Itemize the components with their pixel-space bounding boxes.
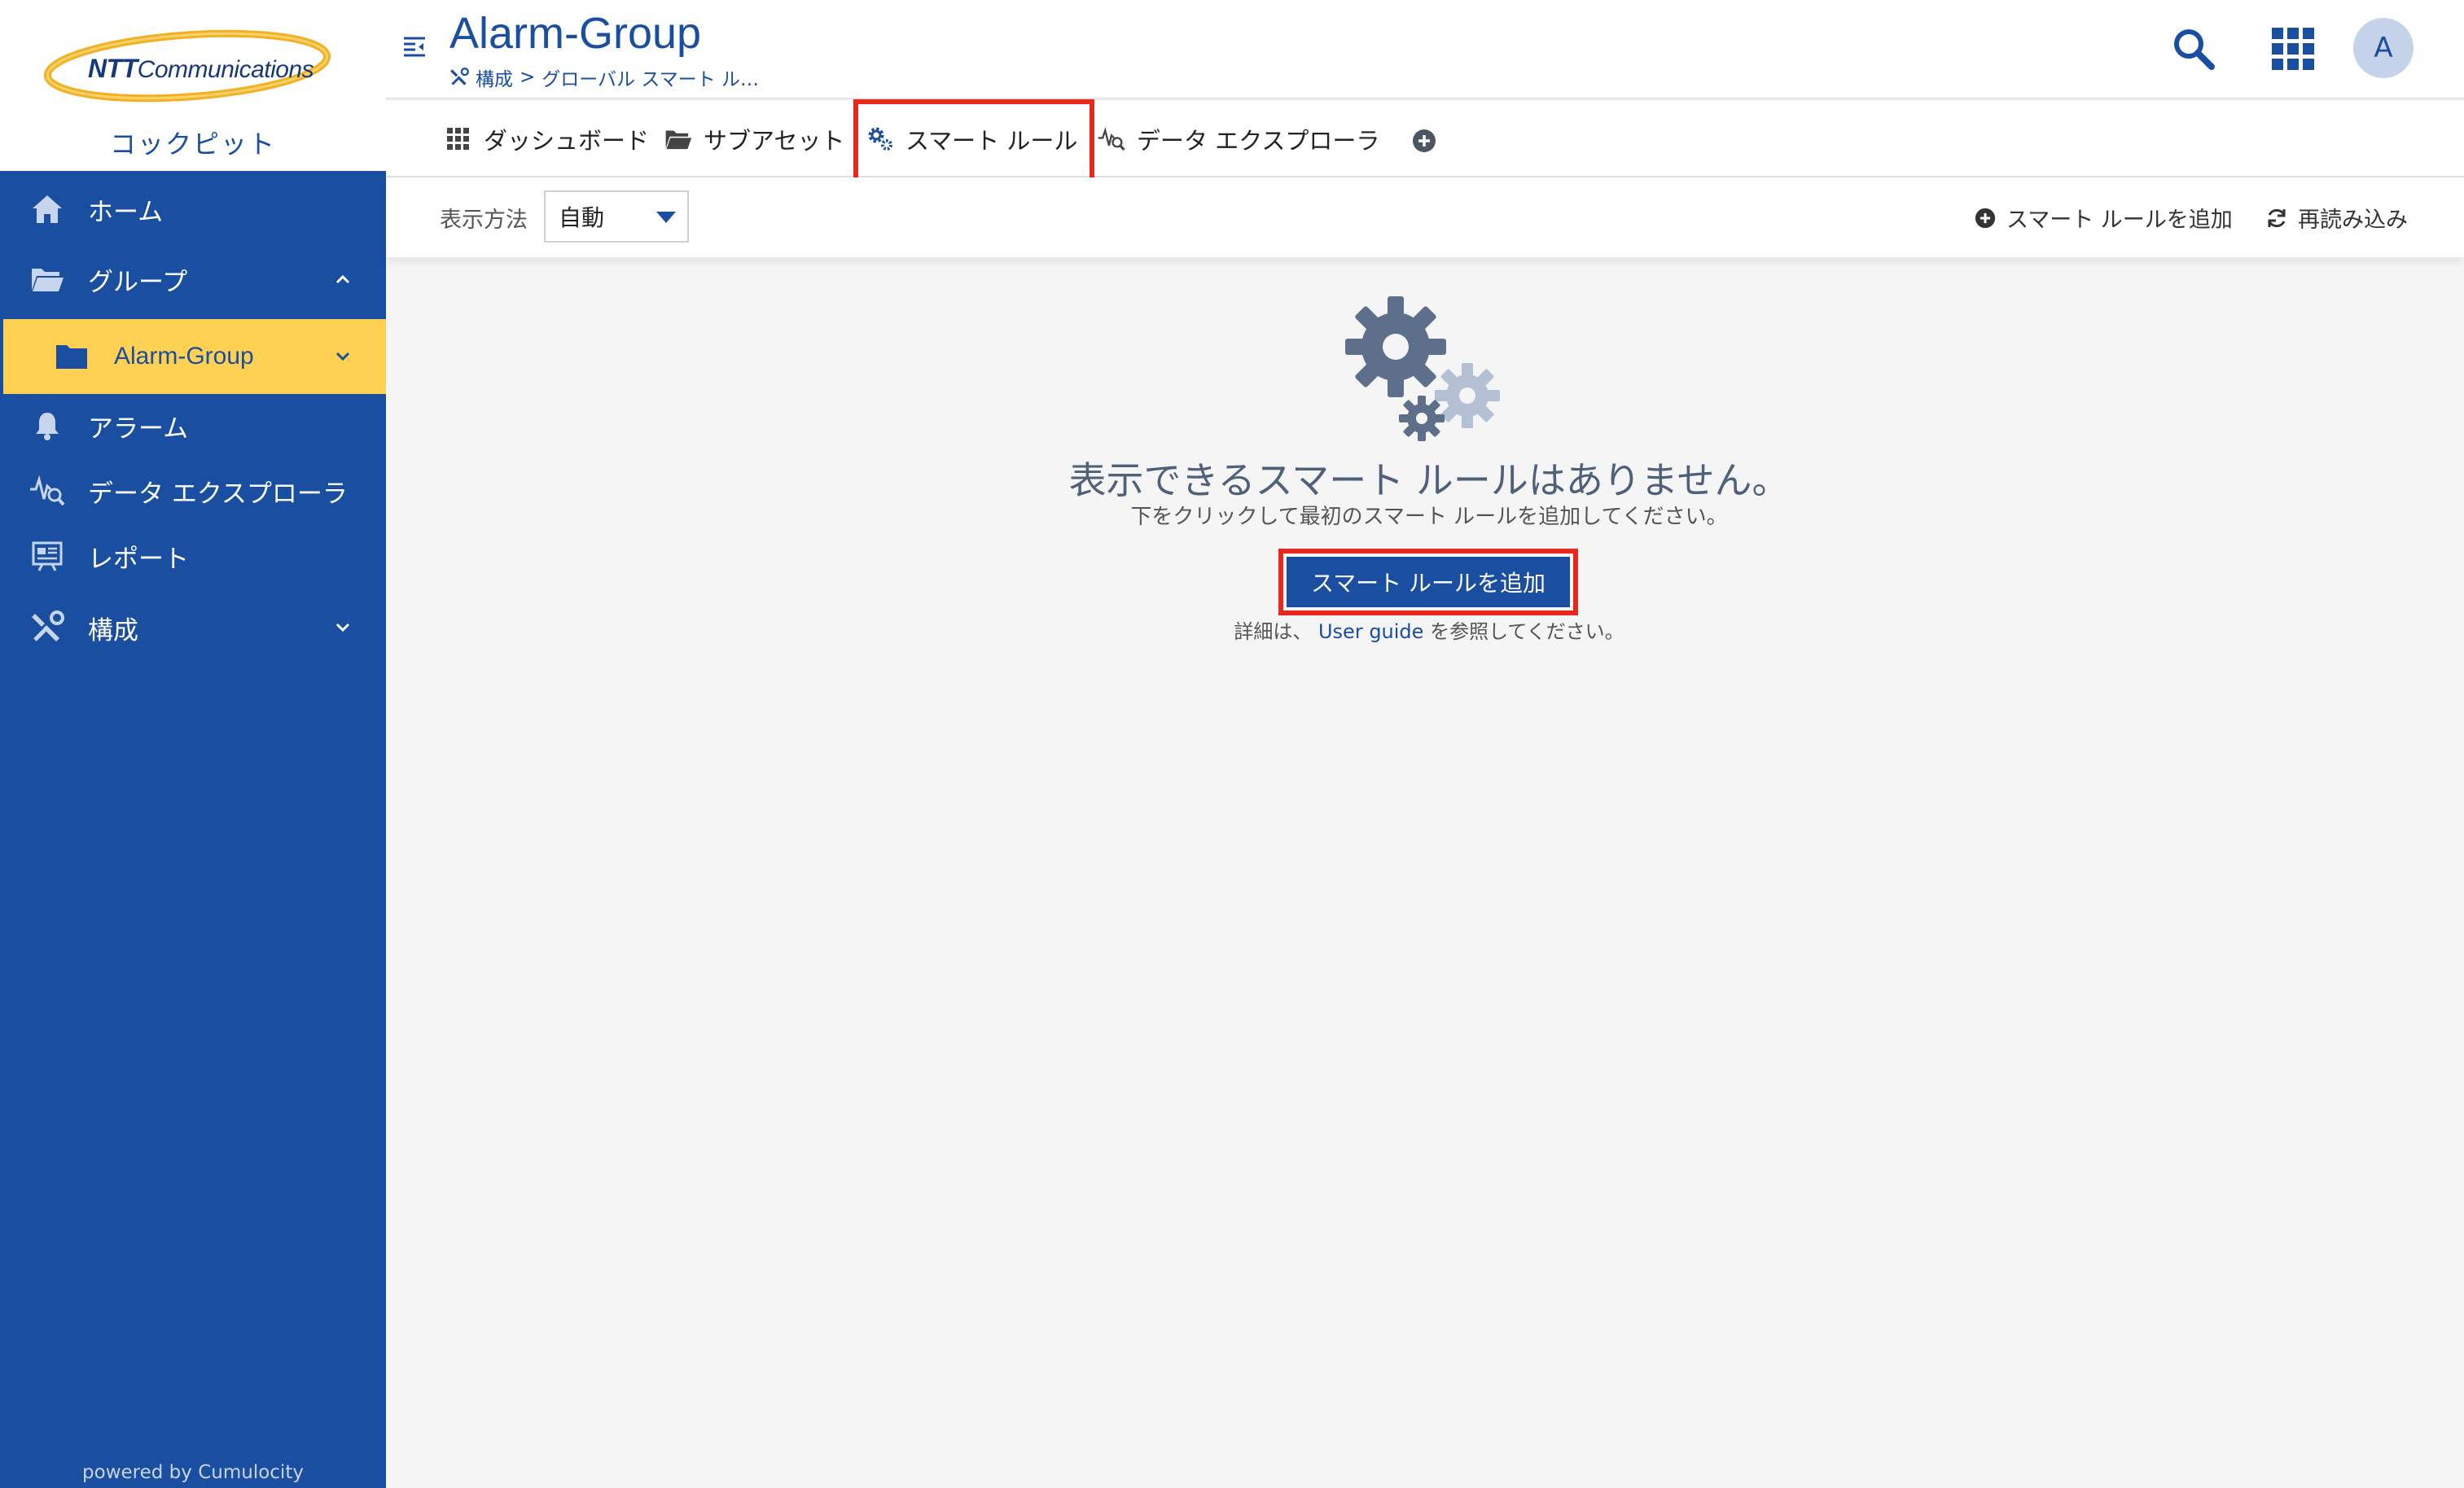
- cogs-icon: [1345, 296, 1500, 441]
- sidebar-item-report[interactable]: レポート: [0, 521, 386, 591]
- tab-dashboard[interactable]: ダッシュボード: [445, 101, 649, 177]
- help-text: 詳細は、 User guide を参照してください。: [928, 615, 1930, 644]
- caret-down-icon: [656, 212, 676, 223]
- sidebar-item-label: データ エクスプローラ: [88, 479, 348, 509]
- search-icon[interactable]: [2169, 24, 2218, 73]
- folder-open-icon: [29, 261, 65, 297]
- breadcrumb-configuration[interactable]: 構成: [476, 63, 513, 91]
- sidebar-item-configuration[interactable]: 構成: [0, 593, 386, 663]
- sidebar-item-label: グループ: [88, 267, 188, 297]
- reload-label: 再読み込み: [2298, 208, 2408, 233]
- chevron-down-icon: [335, 352, 350, 361]
- sidebar-item-data-explorer[interactable]: データ エクスプローラ: [0, 456, 386, 526]
- company-logo[interactable]: NTTCommunications: [41, 29, 342, 103]
- empty-state-subtitle: 下をクリックして最初のスマート ルールを追加してください。: [1130, 505, 1728, 529]
- logo-text: NTTCommunications: [88, 54, 314, 83]
- data-explorer-icon: [29, 473, 65, 509]
- chevron-down-icon: [335, 623, 350, 632]
- sidebar-item-label: 構成: [88, 615, 138, 646]
- breadcrumb: 構成 > グローバル スマート ル…: [449, 63, 759, 91]
- home-icon: [29, 191, 65, 227]
- display-mode-select[interactable]: 自動: [544, 190, 689, 243]
- app-name: コックピット: [109, 129, 276, 160]
- add-tab-icon[interactable]: [1412, 129, 1436, 153]
- grid-icon: [445, 125, 472, 153]
- action-bar: 表示方法 自動 スマート ルールを追加 再読み込み: [386, 177, 2464, 257]
- tab-label: サブアセット: [704, 127, 845, 155]
- sidebar-item-alarm[interactable]: アラーム: [0, 391, 386, 461]
- wrench-icon: [29, 610, 65, 646]
- sidebar-item-label: Alarm-Group: [114, 343, 254, 370]
- collapse-menu-icon[interactable]: [402, 34, 427, 59]
- add-smart-rule-action[interactable]: スマート ルールを追加: [1974, 202, 2233, 234]
- help-suffix: を参照してください。: [1430, 620, 1624, 643]
- wrench-icon: [450, 68, 469, 85]
- powered-by: powered by Cumulocity: [82, 1462, 304, 1483]
- add-rule-button-highlight: スマート ルールを追加: [1278, 549, 1578, 615]
- report-icon: [29, 538, 65, 574]
- sidebar-item-home[interactable]: ホーム: [0, 174, 386, 244]
- sidebar-item-group[interactable]: グループ: [0, 244, 386, 314]
- plus-circle-icon: [1974, 207, 1997, 230]
- add-smart-rule-label: スマート ルールを追加: [2006, 208, 2233, 233]
- add-smart-rule-button[interactable]: スマート ルールを追加: [1287, 557, 1570, 607]
- page-title: Alarm-Group: [449, 9, 702, 58]
- refresh-icon: [2265, 207, 2288, 230]
- sidebar-item-label: レポート: [88, 544, 189, 574]
- tab-label: データ エクスプローラ: [1137, 127, 1380, 155]
- help-prefix: 詳細は、: [1234, 620, 1313, 643]
- data-explorer-icon: [1098, 125, 1125, 153]
- empty-state-title: 表示できるスマート ルールはありません。: [1068, 458, 1790, 502]
- chevron-up-icon: [335, 274, 350, 284]
- user-avatar[interactable]: A: [2353, 18, 2414, 78]
- user-guide-link[interactable]: User guide: [1318, 620, 1423, 643]
- sidebar: NTTCommunications コックピット ホーム グループ Alarm-…: [0, 0, 386, 1488]
- app-switcher-icon[interactable]: [2269, 24, 2317, 73]
- sidebar-item-label: アラーム: [88, 414, 189, 444]
- folder-icon: [54, 339, 90, 374]
- display-mode-label: 表示方法: [440, 208, 528, 233]
- tab-data-explorer[interactable]: データ エクスプローラ: [1098, 101, 1379, 177]
- tab-bar: ダッシュボード サブアセット スマート ルール データ エクスプローラ: [386, 101, 2464, 177]
- tab-subassets[interactable]: サブアセット: [664, 101, 844, 177]
- breadcrumb-global-smart-rules[interactable]: グローバル スマート ル…: [541, 63, 759, 91]
- smart-rules-tab-highlight: [853, 99, 1094, 184]
- breadcrumb-separator: >: [520, 67, 536, 88]
- tab-label: ダッシュボード: [484, 127, 650, 155]
- reload-action[interactable]: 再読み込み: [2265, 202, 2408, 234]
- page-header: Alarm-Group 構成 > グローバル スマート ル… A: [386, 0, 2464, 99]
- sidebar-item-alarm-group[interactable]: Alarm-Group: [3, 319, 386, 394]
- bell-icon: [29, 408, 65, 444]
- display-mode-value: 自動: [559, 204, 605, 231]
- brand-area: NTTCommunications コックピット: [0, 0, 386, 171]
- sidebar-item-label: ホーム: [88, 197, 164, 227]
- folder-open-icon: [664, 125, 692, 153]
